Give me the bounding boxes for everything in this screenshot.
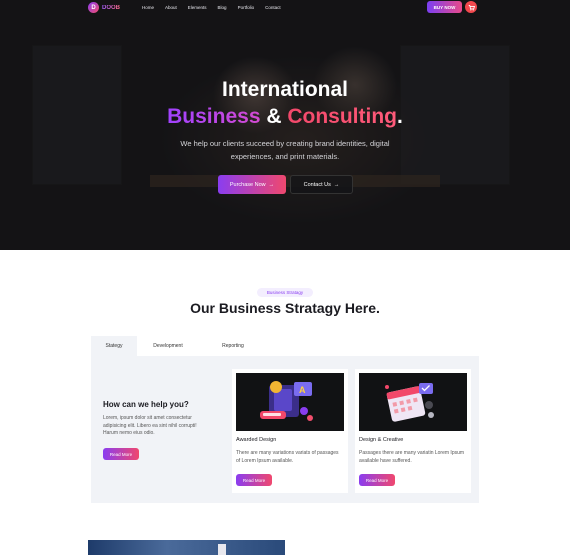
help-read-more-button[interactable]: Read More (103, 448, 139, 460)
card-read-more-button[interactable]: Read More (236, 474, 272, 486)
hero-title-line2: Business & Consulting. (0, 103, 570, 131)
service-card: Design & Creative Passages there are man… (355, 369, 471, 493)
page: D DOOB Home About Elements Blog Portfoli… (0, 0, 570, 555)
nav-item-about[interactable]: About (165, 5, 177, 10)
logo-icon: D (88, 2, 99, 13)
next-section-image (88, 540, 285, 555)
tab-development[interactable]: Development (137, 336, 199, 356)
tab-panel: How can we help you? Lorem, ipsum dolor … (91, 356, 479, 503)
main-menu: Home About Elements Blog Portfolio Conta… (142, 5, 292, 10)
card-description: There are many variations variats of pas… (236, 450, 339, 464)
buy-now-button[interactable]: BUY NOW (427, 1, 462, 13)
hero-title-consulting: Consulting (287, 105, 398, 128)
service-card: A Awarded Design There are many variatio… (232, 369, 348, 493)
cart-icon[interactable] (465, 1, 477, 13)
svg-text:A: A (299, 385, 306, 395)
nav-item-home[interactable]: Home (142, 5, 154, 10)
logo-text: DOOB (102, 4, 120, 11)
nav-item-blog[interactable]: Blog (218, 5, 227, 10)
purchase-now-label: Purchase Now (229, 181, 266, 188)
arrow-right-icon: → (268, 181, 275, 188)
purchase-now-button[interactable]: Purchase Now → (218, 175, 286, 194)
card-thumbnail (359, 373, 467, 431)
card-title: Awarded Design (236, 437, 277, 443)
strategy-tabs: Stategy Development Reporting (91, 336, 479, 356)
hero-title-amp: & (266, 105, 282, 128)
card-title: Design & Creative (359, 437, 404, 443)
tab-reporting[interactable]: Reporting (199, 336, 267, 356)
nav-item-contact[interactable]: Contact (265, 5, 281, 10)
tab-stategy[interactable]: Stategy (91, 336, 137, 356)
nav-item-portfolio[interactable]: Portfolio (238, 5, 255, 10)
card-description: Passages there are many variatin Lorem I… (359, 450, 465, 464)
lamp-shape (218, 544, 226, 555)
hero-section: D DOOB Home About Elements Blog Portfoli… (0, 0, 570, 250)
card-read-more-button[interactable]: Read More (359, 474, 395, 486)
hero-title-business: Business (167, 105, 261, 128)
nav-item-elements[interactable]: Elements (188, 5, 207, 10)
section-tag: Business Stratagy (257, 288, 313, 297)
help-description: Lorem, ipsum dolor sit amet consectetur … (103, 415, 197, 436)
contact-us-label: Contact Us (303, 181, 331, 188)
contact-us-button[interactable]: Contact Us → (290, 175, 353, 194)
card-thumbnail: A (236, 373, 344, 431)
design-illustration-icon: A (260, 381, 313, 421)
hero-title-line1: International (221, 78, 348, 101)
arrow-right-icon: → (333, 181, 340, 188)
hero-title-dot: . (397, 105, 403, 128)
top-navigation: D DOOB Home About Elements Blog Portfoli… (0, 0, 570, 16)
help-title: How can we help you? (103, 400, 189, 409)
hero-description: We help our clients succeed by creating … (180, 139, 390, 161)
calendar-illustration-icon (385, 383, 434, 422)
section-title: Our Business Stratagy Here. (190, 300, 380, 316)
logo[interactable]: D DOOB (88, 2, 120, 13)
